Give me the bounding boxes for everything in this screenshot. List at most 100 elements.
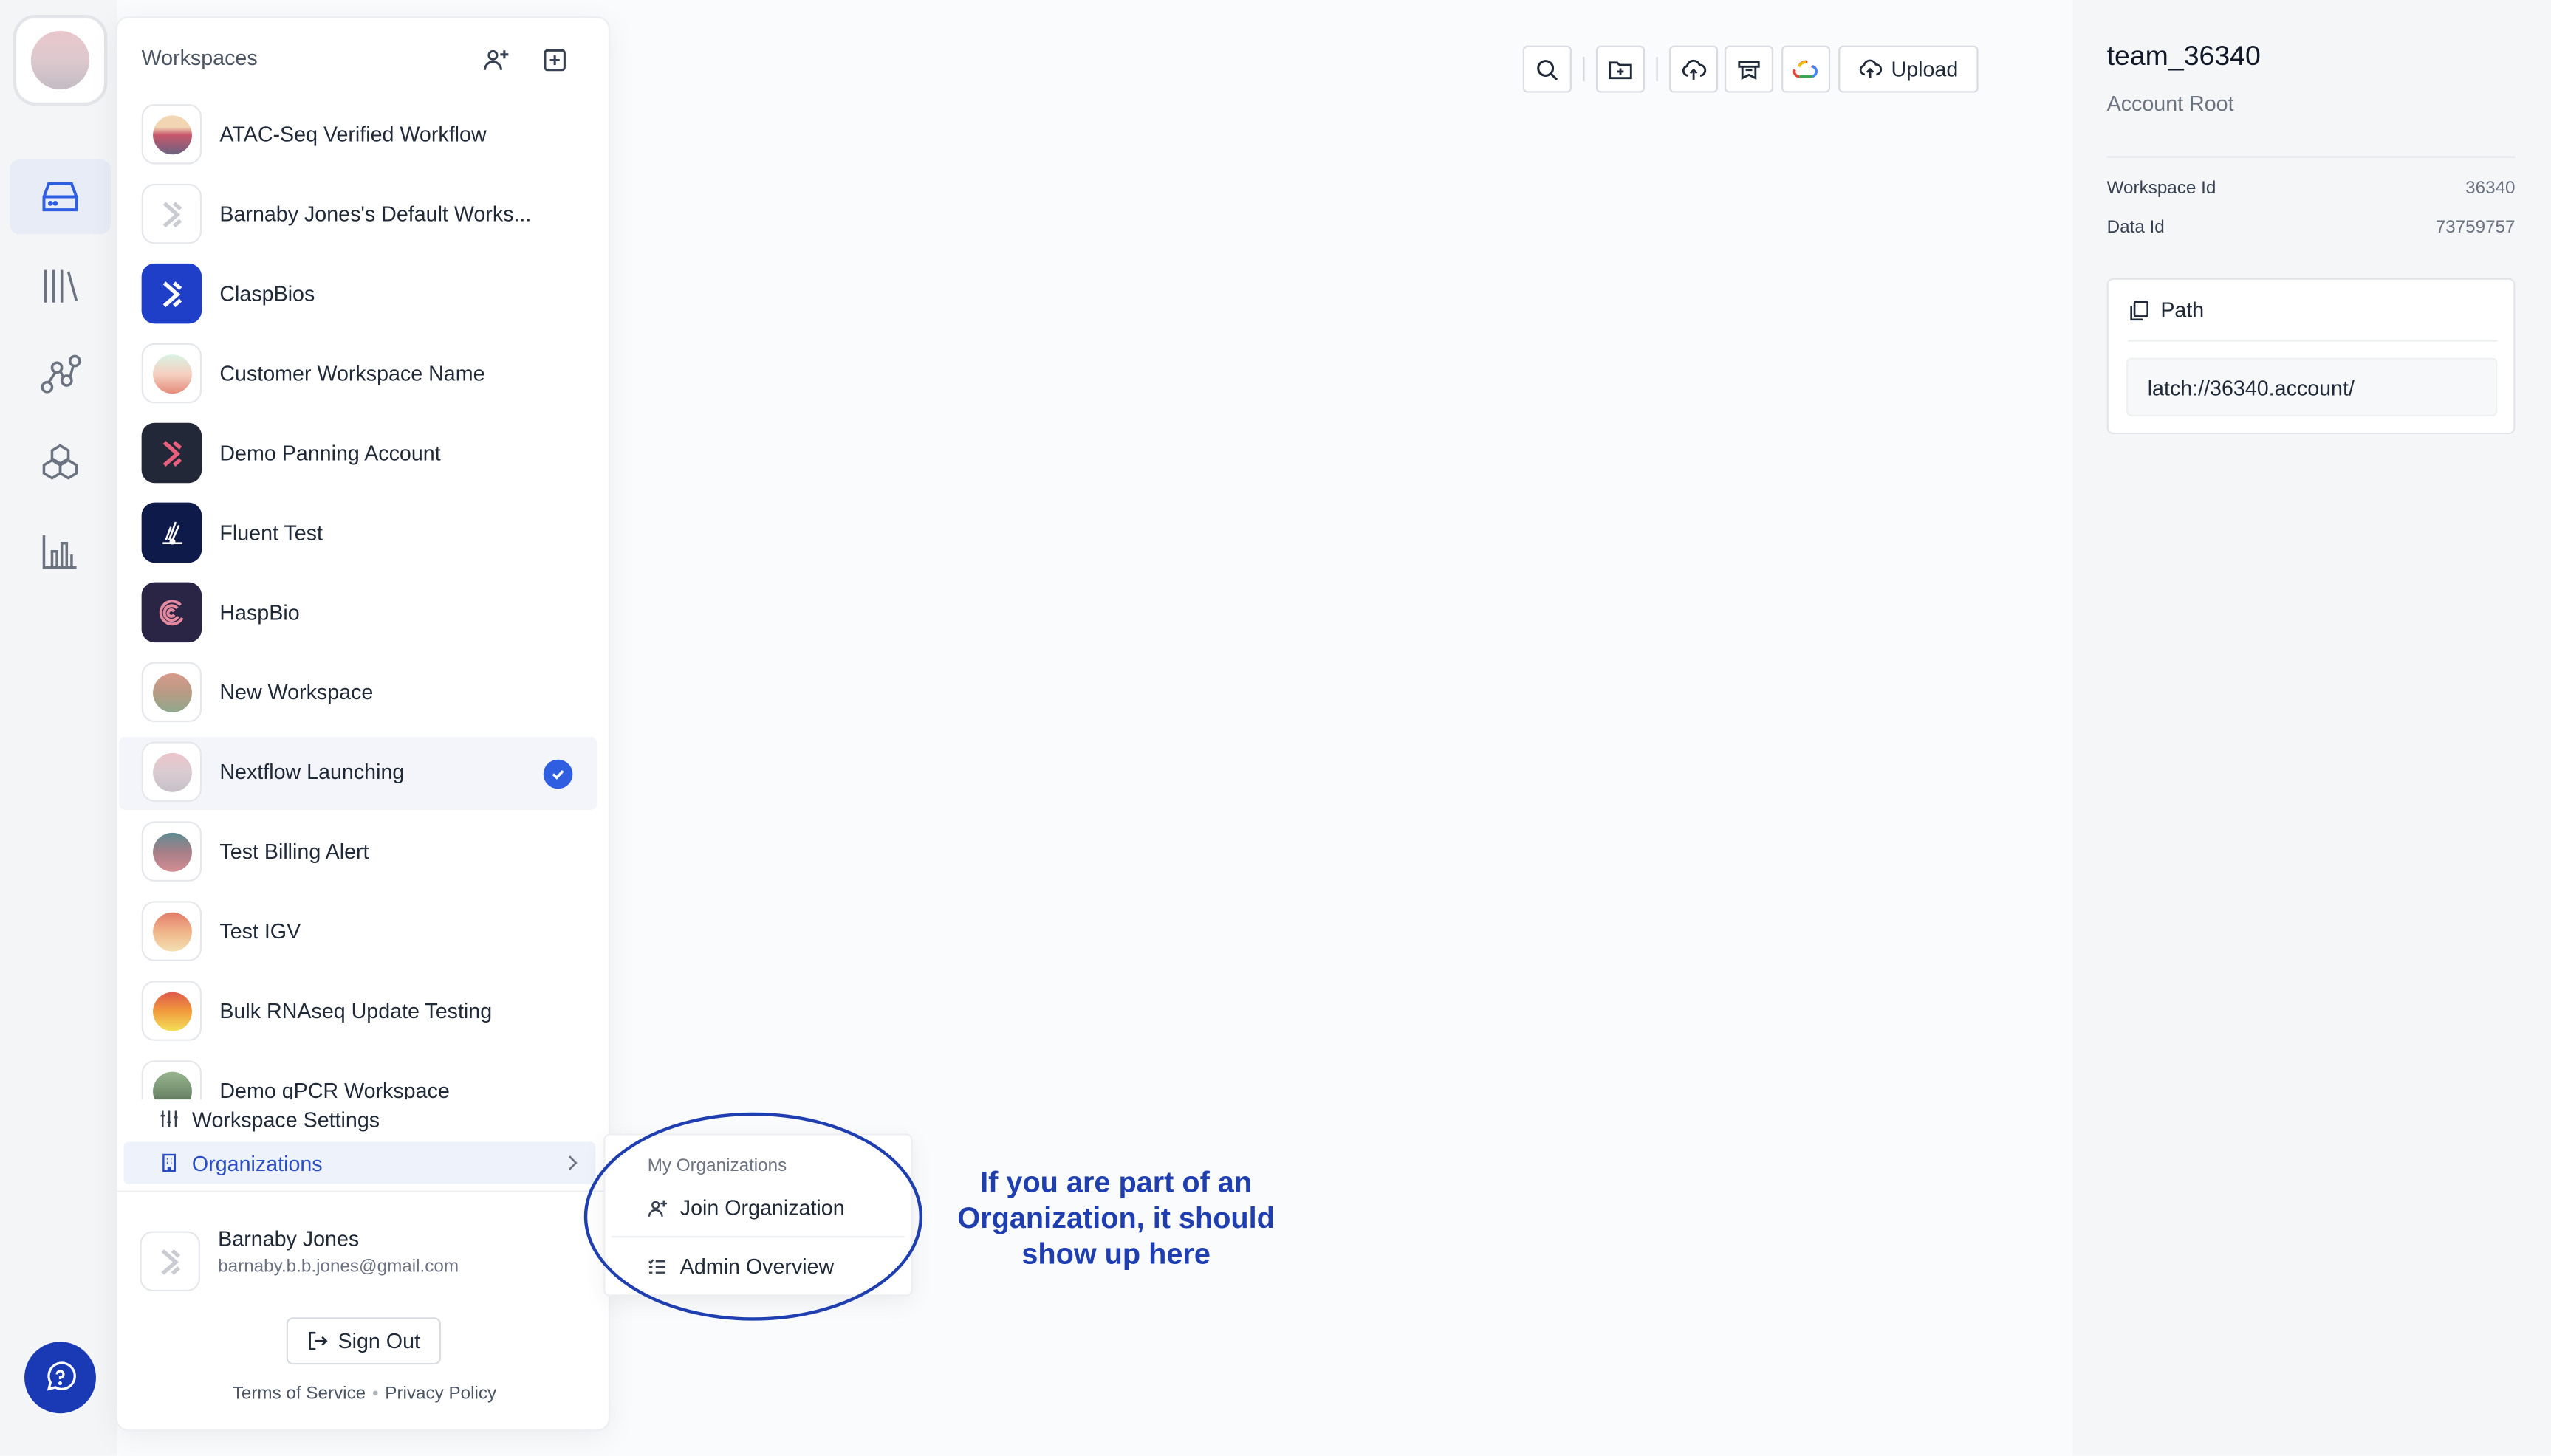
new-folder-icon	[1609, 61, 1632, 79]
annotation-line: show up here	[1021, 1237, 1211, 1271]
registry-icon	[42, 444, 78, 480]
workspace-item[interactable]: Bulk RNAseq Update Testing	[119, 976, 597, 1049]
workspace-name: Demo qPCR Workspace	[219, 1078, 450, 1100]
list-check-icon	[648, 1258, 665, 1273]
details-sidebar: team_36340 Account Root Workspace Id 363…	[2072, 0, 2551, 1456]
workspace-name: ATAC-Seq Verified Workflow	[219, 122, 487, 147]
workspace-item[interactable]: ClaspBios	[119, 258, 597, 332]
latch-logo-icon	[160, 1248, 179, 1274]
google-cloud-icon	[1792, 59, 1818, 78]
search-icon	[1537, 58, 1558, 80]
cloud-upload-button[interactable]	[1669, 45, 1719, 93]
workspace-list: ATAC-Seq Verified Workflow Barnaby Jones…	[117, 96, 612, 1100]
join-organization-icon	[648, 1199, 668, 1216]
rail-item-analytics[interactable]	[10, 514, 111, 588]
workspace-name: ClaspBios	[219, 281, 315, 306]
google-cloud-button[interactable]	[1781, 45, 1831, 93]
annotation-line: Organization, it should	[957, 1201, 1275, 1234]
workspace-avatar	[141, 662, 202, 723]
workspace-avatar	[141, 343, 202, 404]
node-title: team_36340	[2106, 41, 2261, 72]
workspace-avatar	[141, 821, 202, 882]
workspace-item[interactable]: HaspBio	[119, 577, 597, 650]
workspace-name: Test Billing Alert	[219, 839, 369, 864]
sign-out-button[interactable]: Sign Out	[286, 1317, 441, 1365]
organizations-item[interactable]: Organizations	[123, 1141, 596, 1184]
workspace-dropdown: Workspaces ATAC-Seq Verified Workflow Ba…	[115, 16, 612, 1432]
workspace-settings-item[interactable]: Workspace Settings	[123, 1098, 595, 1140]
workspace-id-label: Workspace Id	[2106, 179, 2216, 199]
sign-out-label: Sign Out	[338, 1328, 420, 1353]
workspace-item[interactable]: ATAC-Seq Verified Workflow	[119, 99, 597, 172]
workspace-name: HaspBio	[219, 600, 300, 625]
workspace-item[interactable]: Demo qPCR Workspace	[119, 1056, 597, 1100]
workspace-item[interactable]: Customer Workspace Name	[119, 338, 597, 411]
workspace-avatar	[141, 582, 202, 643]
user-email: barnaby.b.b.jones@gmail.com	[218, 1257, 459, 1277]
annotation-line: If you are part of an	[980, 1166, 1253, 1199]
organizations-label: Organizations	[191, 1150, 323, 1175]
rail-item-library[interactable]	[10, 249, 111, 323]
analytics-icon	[42, 535, 77, 569]
divider	[117, 1190, 612, 1192]
toolbar-separator	[1583, 57, 1585, 82]
workspace-item[interactable]: Fluent Test	[119, 498, 597, 571]
toolbar-separator	[1656, 57, 1658, 82]
admin-overview-label: Admin Overview	[679, 1254, 835, 1279]
path-value[interactable]: latch://36340.account/	[2126, 357, 2498, 416]
workspace-avatar	[141, 103, 202, 165]
terms-link[interactable]: Terms of Service	[233, 1384, 366, 1404]
library-icon	[44, 269, 78, 303]
path-card: Path latch://36340.account/	[2106, 278, 2516, 435]
workspace-avatar	[141, 1060, 202, 1100]
help-icon	[47, 1361, 76, 1391]
upload-button[interactable]: Upload	[1838, 45, 1979, 93]
workspace-id-value: 36340	[2465, 179, 2516, 199]
footer-links: Terms of Service • Privacy Policy	[117, 1384, 612, 1404]
workspace-item[interactable]: New Workspace	[119, 657, 597, 730]
path-header[interactable]: Path	[2128, 298, 2204, 322]
rail-item-data[interactable]	[10, 159, 111, 235]
selected-check-icon	[543, 759, 573, 789]
panel-title: Workspaces	[141, 45, 258, 70]
workspace-avatar	[141, 741, 202, 802]
search-button[interactable]	[1522, 45, 1572, 93]
divider	[2128, 340, 2498, 342]
workspace-avatar-button[interactable]	[13, 14, 108, 106]
registry-button[interactable]	[1724, 45, 1774, 93]
rail-item-registry[interactable]	[10, 425, 111, 499]
cloud-upload-icon	[1682, 58, 1707, 79]
rail-item-workflows[interactable]	[10, 337, 111, 411]
organizations-submenu: My Organizations Join Organization Admin…	[603, 1133, 913, 1297]
workspace-name: Barnaby Jones's Default Works...	[219, 202, 532, 227]
upload-label: Upload	[1891, 57, 1959, 82]
add-member-icon[interactable]	[482, 46, 511, 75]
chevron-right-icon	[569, 1155, 578, 1170]
workspace-item[interactable]: Test Billing Alert	[119, 817, 597, 890]
workspace-avatar	[30, 30, 90, 90]
node-subtitle: Account Root	[2106, 91, 2234, 116]
add-workspace-icon[interactable]	[540, 46, 569, 75]
workspace-avatar	[141, 502, 202, 563]
workspace-item[interactable]: Demo Panning Account	[119, 418, 597, 491]
workspace-name: Demo Panning Account	[219, 440, 441, 466]
app-root: Workspaces ATAC-Seq Verified Workflow Ba…	[0, 0, 2551, 1456]
join-organization-item[interactable]: Join Organization	[648, 1195, 845, 1220]
workflows-icon	[41, 354, 81, 394]
claspbios-logo-icon	[162, 281, 182, 307]
workspace-avatar	[141, 263, 202, 324]
workspace-item[interactable]: Barnaby Jones's Default Works...	[119, 179, 597, 252]
sliders-icon	[160, 1110, 178, 1127]
help-button[interactable]	[24, 1342, 96, 1414]
building-icon	[162, 1153, 177, 1172]
workspace-item[interactable]: Test IGV	[119, 896, 597, 969]
latch-logo-icon	[162, 201, 182, 227]
data-id-value: 73759757	[2435, 218, 2516, 238]
workspace-item-selected[interactable]: Nextflow Launching	[118, 736, 597, 810]
new-folder-button[interactable]	[1595, 45, 1646, 93]
privacy-link[interactable]: Privacy Policy	[385, 1384, 496, 1404]
workspace-avatar	[141, 422, 202, 484]
divider	[612, 1236, 905, 1238]
join-organization-label: Join Organization	[679, 1195, 845, 1220]
admin-overview-item[interactable]: Admin Overview	[648, 1254, 835, 1279]
